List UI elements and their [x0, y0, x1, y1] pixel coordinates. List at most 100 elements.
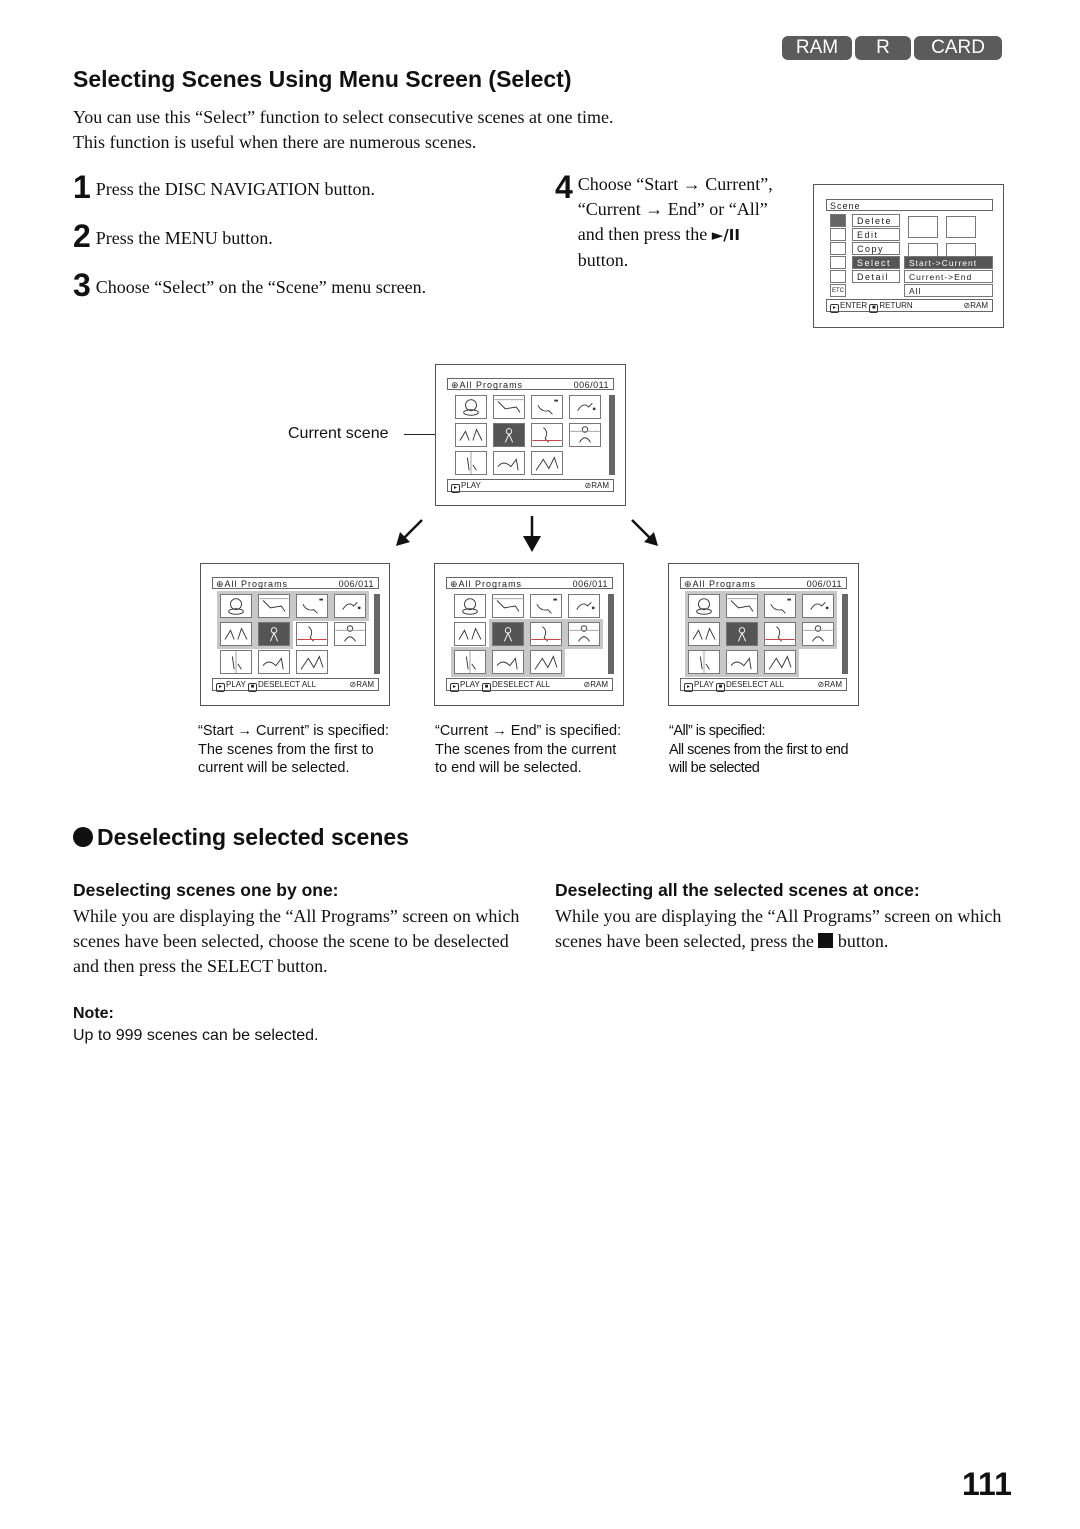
scene-thumbnail[interactable]	[489, 647, 527, 677]
screen-footer: ▸ PLAY ■ DESELECT ALL ⊘RAM	[680, 678, 847, 692]
media-badges: RAM R CARD	[782, 36, 1002, 60]
scrollbar[interactable]	[842, 594, 848, 674]
scene-thumbnail[interactable]	[527, 619, 565, 649]
scene-thumbnail[interactable]	[565, 619, 603, 649]
scene-menu-footer: ▸ ENTER ■ RETURN ⊘RAM	[826, 299, 993, 313]
scene-thumbnail[interactable]	[799, 591, 837, 621]
arrow-down-icon	[523, 516, 541, 552]
stop-icon: ■	[715, 683, 725, 692]
screen-title: All Programs	[224, 579, 289, 589]
all-programs-screen-current-end: ⊕All Programs 006/011 ▸ PLAY ■ DESELECT ALL ⊘…	[434, 563, 624, 706]
scene-thumbnail[interactable]	[220, 650, 252, 674]
screen-title: All Programs	[459, 380, 524, 390]
menu-item-select[interactable]: Select	[852, 256, 900, 269]
step-text: button.	[577, 250, 629, 270]
note-heading: Note:	[73, 1005, 114, 1022]
playlist-icon	[830, 242, 846, 255]
scene-thumbnail[interactable]	[685, 591, 723, 621]
scene-thumbnail[interactable]	[723, 591, 761, 621]
scene-thumbnail	[946, 216, 976, 238]
menu-item-copy[interactable]: Copy	[852, 242, 900, 255]
scene-thumbnail[interactable]	[258, 650, 290, 674]
current-scene-thumbnail[interactable]	[489, 619, 527, 649]
scene-thumbnail[interactable]	[531, 423, 563, 447]
intro-text: You can use this “Select” function to se…	[73, 105, 614, 155]
step-number: 1	[73, 169, 91, 205]
current-scene-thumbnail[interactable]	[493, 423, 525, 447]
play-icon: ▸	[830, 304, 839, 313]
scene-thumbnail[interactable]	[454, 594, 486, 618]
caption-line: The scenes from the first to	[198, 741, 374, 758]
scene-thumbnail[interactable]	[296, 650, 328, 674]
menu-item-edit[interactable]: Edit	[852, 228, 900, 241]
deselect-heading-text: Deselecting selected scenes	[97, 824, 409, 850]
current-scene-thumbnail[interactable]	[255, 619, 293, 649]
scene-thumbnail[interactable]	[217, 619, 255, 649]
scene-thumbnail[interactable]	[255, 591, 293, 621]
scene-thumbnail[interactable]	[455, 395, 487, 419]
badge-card: CARD	[914, 36, 1002, 60]
scene-thumbnail[interactable]	[761, 591, 799, 621]
deselect-all-label: DESELECT ALL	[257, 680, 317, 689]
current-scene-label: Current scene	[288, 425, 389, 442]
step-text: Press the MENU button.	[95, 228, 273, 248]
scene-thumbnail[interactable]	[293, 591, 331, 621]
program-icon	[830, 228, 846, 241]
all-programs-screen-all: ⊕All Programs 006/011 ▸ PLAY ■ DESELECT ALL ⊘…	[668, 563, 859, 706]
scene-thumbnail[interactable]	[455, 451, 487, 475]
arrow-down-right-icon	[631, 519, 658, 546]
scrollbar[interactable]	[608, 594, 614, 674]
scene-thumbnail[interactable]	[455, 423, 487, 447]
scene-thumbnail[interactable]	[685, 619, 723, 649]
submenu-all[interactable]: All	[904, 284, 993, 297]
play-icon: ▸	[450, 683, 459, 692]
scene-thumbnail[interactable]	[492, 594, 524, 618]
media-label: RAM	[824, 680, 842, 689]
scene-thumbnail[interactable]	[296, 622, 328, 646]
step-text: and then press the	[577, 224, 708, 244]
submenu-current-end[interactable]: Current->End	[904, 270, 993, 283]
scene-thumbnail[interactable]	[454, 622, 486, 646]
scene-thumbnail[interactable]	[334, 622, 366, 646]
scene-thumbnail[interactable]	[217, 591, 255, 621]
screen-footer: ▸ PLAY ■ DESELECT ALL ⊘RAM	[212, 678, 379, 692]
screen-content: ⊕All Programs 006/011 ▸ PLAY ■ DESELECT ALL ⊘…	[680, 577, 848, 692]
play-icon: ▸	[216, 683, 225, 692]
goto-icon	[830, 256, 846, 269]
scene-thumbnail[interactable]	[331, 591, 369, 621]
note-text: Up to 999 scenes can be selected.	[73, 1027, 319, 1044]
scene-thumbnail[interactable]	[685, 647, 723, 677]
scene-thumbnail[interactable]	[569, 423, 601, 447]
submenu-start-current[interactable]: Start->Current	[904, 256, 993, 269]
scene-thumbnail[interactable]	[493, 395, 525, 419]
screen-content: ⊕All Programs 006/011 ▸ PLAY ⊘RAM	[447, 378, 615, 493]
caption-line: current will be selected.	[198, 760, 350, 776]
screen-title-bar: ⊕All Programs 006/011	[446, 577, 613, 589]
menu-item-delete[interactable]: Delete	[852, 214, 900, 227]
scene-thumbnail[interactable]	[531, 395, 563, 419]
all-at-once-text: While you are displaying the “All Progra…	[555, 904, 1015, 954]
caption-line: “Start → Current” is specified:	[198, 723, 389, 739]
menu-item-detail[interactable]: Detail	[852, 270, 900, 283]
scene-thumbnail[interactable]	[531, 451, 563, 475]
scene-thumbnail[interactable]	[723, 647, 761, 677]
all-programs-screen-initial: ⊕All Programs 006/011 ▸ PLAY ⊘RAM	[435, 364, 626, 506]
scrollbar[interactable]	[374, 594, 380, 674]
scene-thumbnail[interactable]	[569, 395, 601, 419]
all-programs-screen-start-current: ⊕All Programs 006/011 ▸ PLAY ■ DESELECT ALL ⊘…	[200, 563, 390, 706]
current-scene-thumbnail[interactable]	[723, 619, 761, 649]
scene-thumbnail[interactable]	[451, 647, 489, 677]
scene-thumbnail[interactable]	[493, 451, 525, 475]
scene-thumbnail[interactable]	[761, 647, 799, 677]
screen-footer: ▸ PLAY ■ DESELECT ALL ⊘RAM	[446, 678, 613, 692]
scene-thumbnail[interactable]	[527, 647, 565, 677]
scene-thumbnail[interactable]	[568, 594, 600, 618]
para-text: button.	[837, 931, 889, 951]
scene-count: 006/011	[338, 579, 374, 589]
scrollbar[interactable]	[609, 395, 615, 475]
media-label: RAM	[591, 481, 609, 490]
scene-thumbnail[interactable]	[530, 594, 562, 618]
scene-thumbnail[interactable]	[799, 619, 837, 649]
play-icon: ▸	[451, 484, 460, 493]
scene-thumbnail[interactable]	[761, 619, 799, 649]
